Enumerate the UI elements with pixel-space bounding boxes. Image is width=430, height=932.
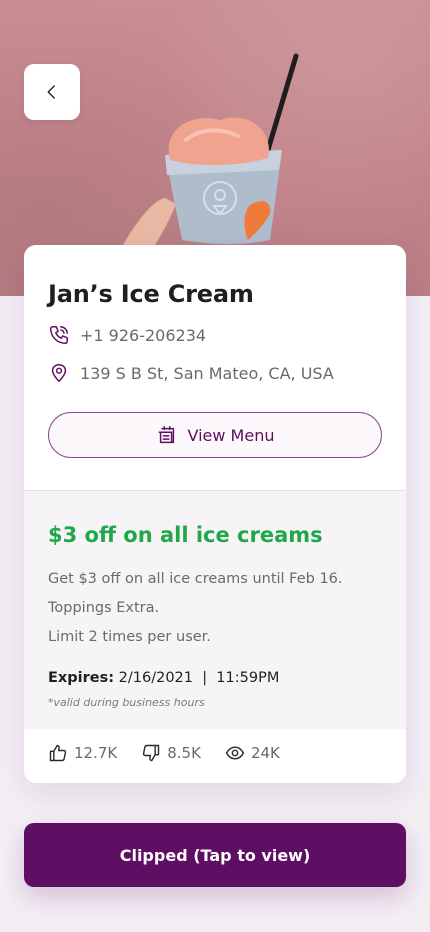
offer-details: $3 off on all ice creams Get $3 off on a…: [24, 491, 406, 729]
chevron-left-icon: [47, 85, 55, 99]
view-stat: 24K: [225, 743, 280, 763]
offer-description-line: Get $3 off on all ice creams until Feb 1…: [48, 571, 343, 587]
store-address: 139 S B St, San Mateo, CA, USA: [80, 363, 334, 383]
offer-card: Jan’s Ice Cream +1 926-206234 139 S B St…: [24, 245, 406, 783]
phone-icon: [48, 324, 70, 346]
thumbs-up-icon: [48, 743, 68, 763]
like-stat[interactable]: 12.7K: [48, 743, 117, 763]
store-phone: +1 926-206234: [80, 325, 207, 345]
store-address-row[interactable]: 139 S B St, San Mateo, CA, USA: [48, 359, 382, 387]
location-pin-icon: [48, 362, 70, 384]
eye-icon: [225, 743, 245, 763]
offer-title: $3 off on all ice creams: [48, 523, 323, 547]
expires-value: 2/16/2021 | 11:59PM: [118, 670, 280, 686]
offer-expiry: Expires: 2/16/2021 | 11:59PM: [48, 668, 382, 688]
thumbs-down-icon: [141, 743, 161, 763]
store-name: Jan’s Ice Cream: [48, 280, 254, 308]
view-menu-button[interactable]: View Menu: [48, 412, 382, 458]
view-count: 24K: [250, 744, 280, 762]
like-count: 12.7K: [74, 744, 118, 762]
offer-description-line: Toppings Extra.: [48, 600, 160, 616]
store-phone-row[interactable]: +1 926-206234: [48, 321, 382, 349]
offer-description-line: Limit 2 times per user.: [48, 629, 211, 645]
validity-note: *valid during business hours: [48, 696, 205, 709]
clipped-button-label: Clipped (Tap to view): [119, 845, 311, 865]
dislike-count: 8.5K: [167, 744, 201, 762]
store-info: Jan’s Ice Cream +1 926-206234 139 S B St…: [24, 245, 406, 458]
back-button[interactable]: [24, 64, 80, 120]
offer-stats: 12.7K 8.5K 24K: [48, 743, 304, 763]
clipped-button[interactable]: Clipped (Tap to view): [24, 823, 406, 887]
view-menu-label: View Menu: [187, 425, 275, 445]
dislike-stat[interactable]: 8.5K: [141, 743, 201, 763]
offer-description: Get $3 off on all ice creams until Feb 1…: [48, 565, 382, 652]
expires-label: Expires:: [48, 670, 115, 686]
menu-icon: [156, 424, 178, 446]
